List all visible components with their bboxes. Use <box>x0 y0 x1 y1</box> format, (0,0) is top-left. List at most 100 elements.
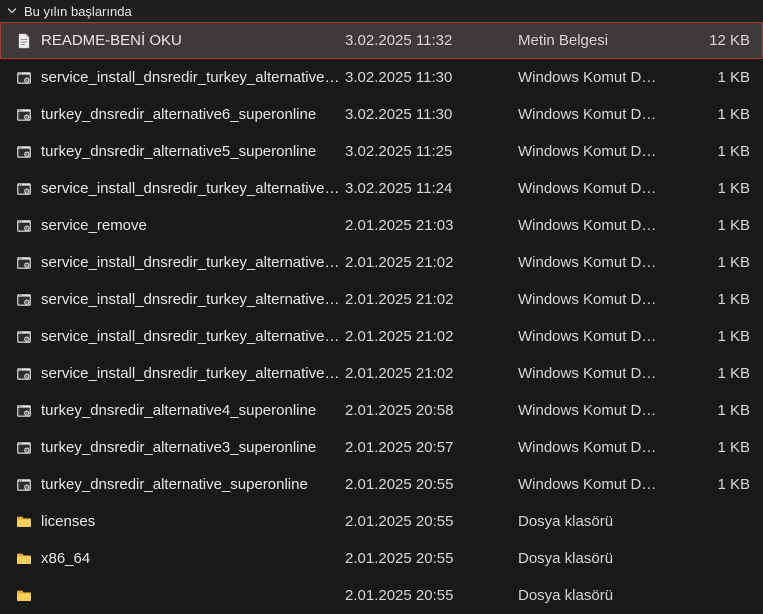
table-row[interactable]: README-BENİ OKU 3.02.2025 11:32 Metin Be… <box>0 22 763 59</box>
file-size: 1 KB <box>717 328 750 345</box>
windows-command-script-icon <box>16 144 32 160</box>
file-type: Windows Komut D… <box>518 217 657 234</box>
folder-icon <box>16 551 32 567</box>
table-row[interactable]: turkey_dnsredir_alternative6_superonline… <box>0 96 763 133</box>
file-name: service_install_dnsredir_turkey_alternat… <box>41 254 340 271</box>
windows-command-script-icon <box>16 107 32 123</box>
file-size: 1 KB <box>717 254 750 271</box>
file-name: README-BENİ OKU <box>41 32 182 49</box>
windows-command-script-icon <box>16 329 32 345</box>
name-cell: licenses <box>0 513 345 530</box>
file-type: Dosya klasörü <box>518 550 614 567</box>
name-cell: service_install_dnsredir_turkey_alternat… <box>0 180 345 197</box>
date-modified: 2.01.2025 20:55 <box>345 513 454 530</box>
chevron-down-icon[interactable] <box>7 6 17 16</box>
table-row[interactable]: service_install_dnsredir_turkey_alternat… <box>0 59 763 96</box>
date-modified: 3.02.2025 11:30 <box>345 106 453 123</box>
file-name: service_install_dnsredir_turkey_alternat… <box>41 291 340 308</box>
folder-icon <box>16 514 32 530</box>
file-list: README-BENİ OKU 3.02.2025 11:32 Metin Be… <box>0 22 763 614</box>
date-modified: 2.01.2025 20:55 <box>345 476 454 493</box>
file-name: turkey_dnsredir_alternative4_superonline <box>41 402 317 419</box>
name-cell: turkey_dnsredir_alternative5_superonline <box>0 143 345 160</box>
table-row[interactable]: x86_64 2.01.2025 20:55 Dosya klasörü <box>0 540 763 577</box>
file-type: Windows Komut D… <box>518 402 657 419</box>
table-row[interactable]: service_install_dnsredir_turkey_alternat… <box>0 244 763 281</box>
name-cell: service_install_dnsredir_turkey_alternat… <box>0 328 345 345</box>
file-name: x86_64 <box>41 550 91 567</box>
file-type: Windows Komut D… <box>518 143 657 160</box>
name-cell: README-BENİ OKU <box>0 32 345 49</box>
file-name: service_remove <box>41 217 147 234</box>
file-type: Windows Komut D… <box>518 254 657 271</box>
file-size: 1 KB <box>717 365 750 382</box>
name-cell: service_install_dnsredir_turkey_alternat… <box>0 254 345 271</box>
file-name: turkey_dnsredir_alternative3_superonline <box>41 439 317 456</box>
table-row[interactable]: service_install_dnsredir_turkey_alternat… <box>0 318 763 355</box>
file-name: turkey_dnsredir_alternative_superonline <box>41 476 308 493</box>
file-name: turkey_dnsredir_alternative6_superonline <box>41 106 317 123</box>
date-modified: 2.01.2025 21:02 <box>345 254 454 271</box>
file-size: 1 KB <box>717 143 750 160</box>
windows-command-script-icon <box>16 255 32 271</box>
table-row[interactable]: licenses 2.01.2025 20:55 Dosya klasörü <box>0 503 763 540</box>
table-row[interactable]: turkey_dnsredir_alternative4_superonline… <box>0 392 763 429</box>
file-type: Windows Komut D… <box>518 439 657 456</box>
file-type: Dosya klasörü <box>518 513 614 530</box>
name-cell: service_install_dnsredir_turkey_alternat… <box>0 69 345 86</box>
date-modified: 2.01.2025 21:03 <box>345 217 454 234</box>
name-cell: service_install_dnsredir_turkey_alternat… <box>0 365 345 382</box>
name-cell: turkey_dnsredir_alternative_superonline <box>0 476 345 493</box>
file-size: 1 KB <box>717 180 750 197</box>
table-row[interactable]: turkey_dnsredir_alternative3_superonline… <box>0 429 763 466</box>
table-row[interactable]: service_install_dnsredir_turkey_alternat… <box>0 170 763 207</box>
windows-command-script-icon <box>16 292 32 308</box>
file-size: 1 KB <box>717 291 750 308</box>
windows-command-script-icon <box>16 70 32 86</box>
name-cell: turkey_dnsredir_alternative4_superonline <box>0 402 345 419</box>
file-type: Dosya klasörü <box>518 587 614 604</box>
group-header[interactable]: Bu yılın başlarında <box>0 0 763 22</box>
name-cell: turkey_dnsredir_alternative3_superonline <box>0 439 345 456</box>
date-modified: 3.02.2025 11:32 <box>345 32 453 49</box>
file-name: service_install_dnsredir_turkey_alternat… <box>41 365 340 382</box>
name-cell: service_remove <box>0 217 345 234</box>
file-type: Windows Komut D… <box>518 328 657 345</box>
table-row[interactable]: service_remove 2.01.2025 21:03 Windows K… <box>0 207 763 244</box>
file-size: 1 KB <box>717 439 750 456</box>
windows-command-script-icon <box>16 218 32 234</box>
date-modified: 2.01.2025 21:02 <box>345 365 454 382</box>
windows-command-script-icon <box>16 366 32 382</box>
table-row[interactable]: turkey_dnsredir_alternative_superonline … <box>0 466 763 503</box>
table-row[interactable]: service_install_dnsredir_turkey_alternat… <box>0 281 763 318</box>
file-type: Windows Komut D… <box>518 69 657 86</box>
windows-command-script-icon <box>16 440 32 456</box>
table-row[interactable]: service_install_dnsredir_turkey_alternat… <box>0 355 763 392</box>
folder-icon <box>16 588 32 604</box>
name-cell: x86_64 <box>0 550 345 567</box>
date-modified: 2.01.2025 20:55 <box>345 550 454 567</box>
file-type: Windows Komut D… <box>518 180 657 197</box>
file-size: 1 KB <box>717 476 750 493</box>
file-type: Windows Komut D… <box>518 291 657 308</box>
name-cell <box>0 588 345 604</box>
file-size: 1 KB <box>717 69 750 86</box>
file-name: service_install_dnsredir_turkey_alternat… <box>41 180 340 197</box>
date-modified: 3.02.2025 11:25 <box>345 143 453 160</box>
file-type: Windows Komut D… <box>518 106 657 123</box>
table-row[interactable]: 2.01.2025 20:55 Dosya klasörü <box>0 577 763 614</box>
date-modified: 2.01.2025 20:58 <box>345 402 454 419</box>
table-row[interactable]: turkey_dnsredir_alternative5_superonline… <box>0 133 763 170</box>
date-modified: 3.02.2025 11:30 <box>345 69 453 86</box>
date-modified: 3.02.2025 11:24 <box>345 180 453 197</box>
text-document-icon <box>16 33 32 49</box>
name-cell: turkey_dnsredir_alternative6_superonline <box>0 106 345 123</box>
windows-command-script-icon <box>16 181 32 197</box>
file-size: 1 KB <box>717 106 750 123</box>
windows-command-script-icon <box>16 477 32 493</box>
date-modified: 2.01.2025 20:55 <box>345 587 454 604</box>
date-modified: 2.01.2025 21:02 <box>345 291 454 308</box>
date-modified: 2.01.2025 20:57 <box>345 439 454 456</box>
file-name: service_install_dnsredir_turkey_alternat… <box>41 69 340 86</box>
file-type: Metin Belgesi <box>518 32 609 49</box>
